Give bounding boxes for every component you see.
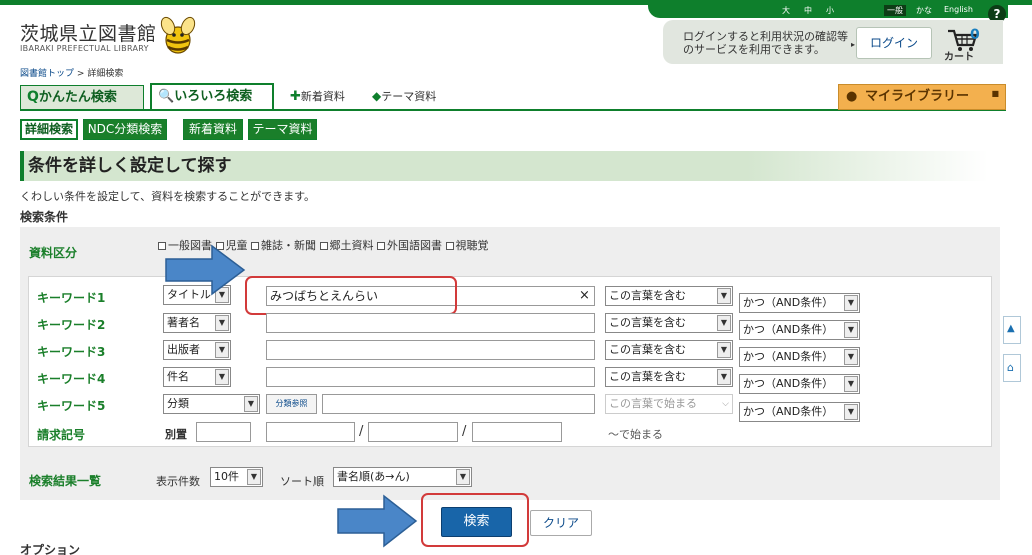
cart-count: 0 bbox=[970, 27, 980, 43]
keyword3-logic-select[interactable]: かつ（AND条件） ▼ bbox=[739, 347, 860, 367]
keyword3-label: キーワード3 bbox=[37, 345, 106, 359]
tab-simple-label: かんたん検索 bbox=[38, 90, 117, 105]
options-label: オプション bbox=[20, 543, 81, 555]
breadcrumb-separator: > bbox=[76, 69, 85, 79]
call-number-slash-2: / bbox=[462, 424, 467, 439]
keyword5-label: キーワード5 bbox=[37, 399, 106, 413]
utility-bar: 大 中 小 一般 かな English bbox=[648, 3, 1008, 18]
font-size-small[interactable]: 小 bbox=[826, 5, 834, 16]
clear-icon[interactable]: × bbox=[579, 288, 590, 303]
library-name[interactable]: 茨城県立図書館 bbox=[20, 19, 157, 46]
lock-icon: ■ bbox=[991, 89, 999, 98]
home-icon: ⌂ bbox=[1007, 361, 1014, 374]
keyword1-label: キーワード1 bbox=[37, 291, 106, 305]
highlight-keyword bbox=[245, 276, 457, 315]
keyword5-input[interactable] bbox=[322, 394, 595, 414]
checkbox-foreign[interactable]: 外国語図書 bbox=[377, 239, 442, 252]
user-icon: ● bbox=[846, 89, 858, 104]
tab-advanced-search[interactable]: 🔍いろいろ検索 bbox=[150, 83, 274, 111]
keyword4-field-select[interactable]: 件名 ▼ bbox=[163, 367, 231, 387]
checkbox-audiovisual[interactable]: 視聴覚 bbox=[445, 239, 489, 252]
font-size-medium[interactable]: 中 bbox=[804, 5, 812, 16]
breadcrumb-home[interactable]: 図書館トップ bbox=[20, 69, 74, 79]
keyword2-input[interactable] bbox=[266, 313, 595, 333]
sort-select[interactable]: 書名順(あ→ん) ▼ bbox=[333, 467, 472, 487]
subtab-new-materials[interactable]: 新着資料 bbox=[183, 119, 243, 140]
scroll-top-button[interactable]: ▲ bbox=[1003, 316, 1021, 344]
tab-new-label: 新着資料 bbox=[300, 90, 345, 103]
magnifier-icon: 🔍 bbox=[158, 89, 175, 104]
arrow-up-icon: ▲ bbox=[1007, 323, 1015, 334]
search-icon: Q bbox=[27, 89, 39, 105]
keyword1-logic-select[interactable]: かつ（AND条件） ▼ bbox=[739, 293, 860, 313]
keyword2-logic-select[interactable]: かつ（AND条件） ▼ bbox=[739, 320, 860, 340]
subtab-ndc-search[interactable]: NDC分類検索 bbox=[83, 119, 167, 140]
login-button[interactable]: ログイン bbox=[856, 27, 932, 59]
login-note: ログインすると利用状況の確認等のサービスを利用できます。 bbox=[683, 30, 848, 56]
mascot-logo-icon bbox=[160, 16, 196, 54]
keyword4-match-select[interactable]: この言葉を含む ▼ bbox=[605, 367, 733, 387]
checkbox-local[interactable]: 郷土資料 bbox=[319, 239, 374, 252]
call-number-label: 請求記号 bbox=[37, 428, 86, 442]
keyword3-field-select[interactable]: 出版者 ▼ bbox=[163, 340, 231, 360]
keyword2-field-select[interactable]: 著者名 ▼ bbox=[163, 313, 231, 333]
checkbox-magazine[interactable]: 雑誌・新聞 bbox=[251, 239, 316, 252]
keyword5-match-select[interactable]: この言葉で始まる ⌵ bbox=[605, 394, 733, 414]
chevron-down-icon: ⌵ bbox=[722, 399, 729, 409]
keyword4-logic-select[interactable]: かつ（AND条件） ▼ bbox=[739, 374, 860, 394]
page-title: 条件を詳しく設定して探す bbox=[20, 151, 988, 181]
tab-new-materials[interactable]: ✚新着資料 bbox=[290, 88, 345, 104]
arrow-right-icon bbox=[337, 494, 418, 548]
font-size-large[interactable]: 大 bbox=[782, 5, 790, 16]
lang-english[interactable]: English bbox=[944, 5, 973, 14]
keyword1-match-select[interactable]: この言葉を含む ▼ bbox=[605, 286, 733, 306]
call-number-suffix: 〜で始まる bbox=[608, 428, 663, 441]
tab-theme-materials[interactable]: ◆テーマ資料 bbox=[372, 88, 436, 104]
keyword5-field-select[interactable]: 分類 ▼ bbox=[163, 394, 260, 414]
call-number-part2-input[interactable] bbox=[368, 422, 458, 442]
tab-simple-search[interactable]: Qかんたん検索 bbox=[20, 85, 144, 110]
call-number-slash-1: / bbox=[359, 424, 364, 439]
my-library-label: マイライブラリー bbox=[865, 89, 970, 104]
material-type-label: 資料区分 bbox=[29, 246, 78, 260]
lang-kana[interactable]: かな bbox=[916, 5, 932, 16]
cart-label[interactable]: カート bbox=[944, 48, 974, 63]
clear-button[interactable]: クリア bbox=[530, 510, 592, 536]
login-arrow-icon: ▸ bbox=[851, 40, 856, 49]
tab-theme-label: テーマ資料 bbox=[381, 90, 437, 103]
call-number-sublabel: 別置 bbox=[165, 428, 187, 441]
keyword2-label: キーワード2 bbox=[37, 318, 106, 332]
tab-advanced-label: いろいろ検索 bbox=[174, 89, 253, 104]
subtab-theme-materials[interactable]: テーマ資料 bbox=[248, 119, 317, 140]
subtab-detail-search[interactable]: 詳細検索 bbox=[20, 119, 78, 140]
conditions-label: 検索条件 bbox=[20, 210, 69, 224]
call-number-location-input[interactable] bbox=[196, 422, 251, 442]
new-icon: ✚ bbox=[290, 89, 301, 104]
call-number-part1-input[interactable] bbox=[266, 422, 355, 442]
results-label: 検索結果一覧 bbox=[29, 474, 102, 488]
my-library-button[interactable]: ● マイライブラリー ■ bbox=[838, 84, 1006, 110]
page-description: くわしい条件を設定して、資料を検索することができます。 bbox=[20, 190, 316, 203]
keyword5-logic-select[interactable]: かつ（AND条件） ▼ bbox=[739, 402, 860, 422]
ndc-reference-button[interactable]: 分類参照 bbox=[266, 394, 317, 414]
keyword4-label: キーワード4 bbox=[37, 372, 106, 386]
lang-general[interactable]: 一般 bbox=[884, 5, 906, 16]
library-name-en: IBARAKI PREFECTUAL LIBRARY bbox=[20, 44, 149, 53]
arrow-right-icon bbox=[165, 244, 246, 296]
results-count-label: 表示件数 bbox=[156, 475, 200, 488]
keyword3-match-select[interactable]: この言葉を含む ▼ bbox=[605, 340, 733, 360]
keyword2-match-select[interactable]: この言葉を含む ▼ bbox=[605, 313, 733, 333]
sort-label: ソート順 bbox=[280, 475, 324, 488]
results-count-select[interactable]: 10件 ▼ bbox=[210, 467, 263, 487]
breadcrumb: 図書館トップ > 詳細検索 bbox=[20, 66, 123, 79]
keyword3-input[interactable] bbox=[266, 340, 595, 360]
keyword4-input[interactable] bbox=[266, 367, 595, 387]
call-number-part3-input[interactable] bbox=[472, 422, 562, 442]
breadcrumb-current: 詳細検索 bbox=[87, 69, 124, 79]
search-button[interactable]: 検索 bbox=[441, 507, 512, 537]
tag-icon: ◆ bbox=[372, 89, 382, 103]
home-button[interactable]: ⌂ bbox=[1003, 354, 1021, 382]
